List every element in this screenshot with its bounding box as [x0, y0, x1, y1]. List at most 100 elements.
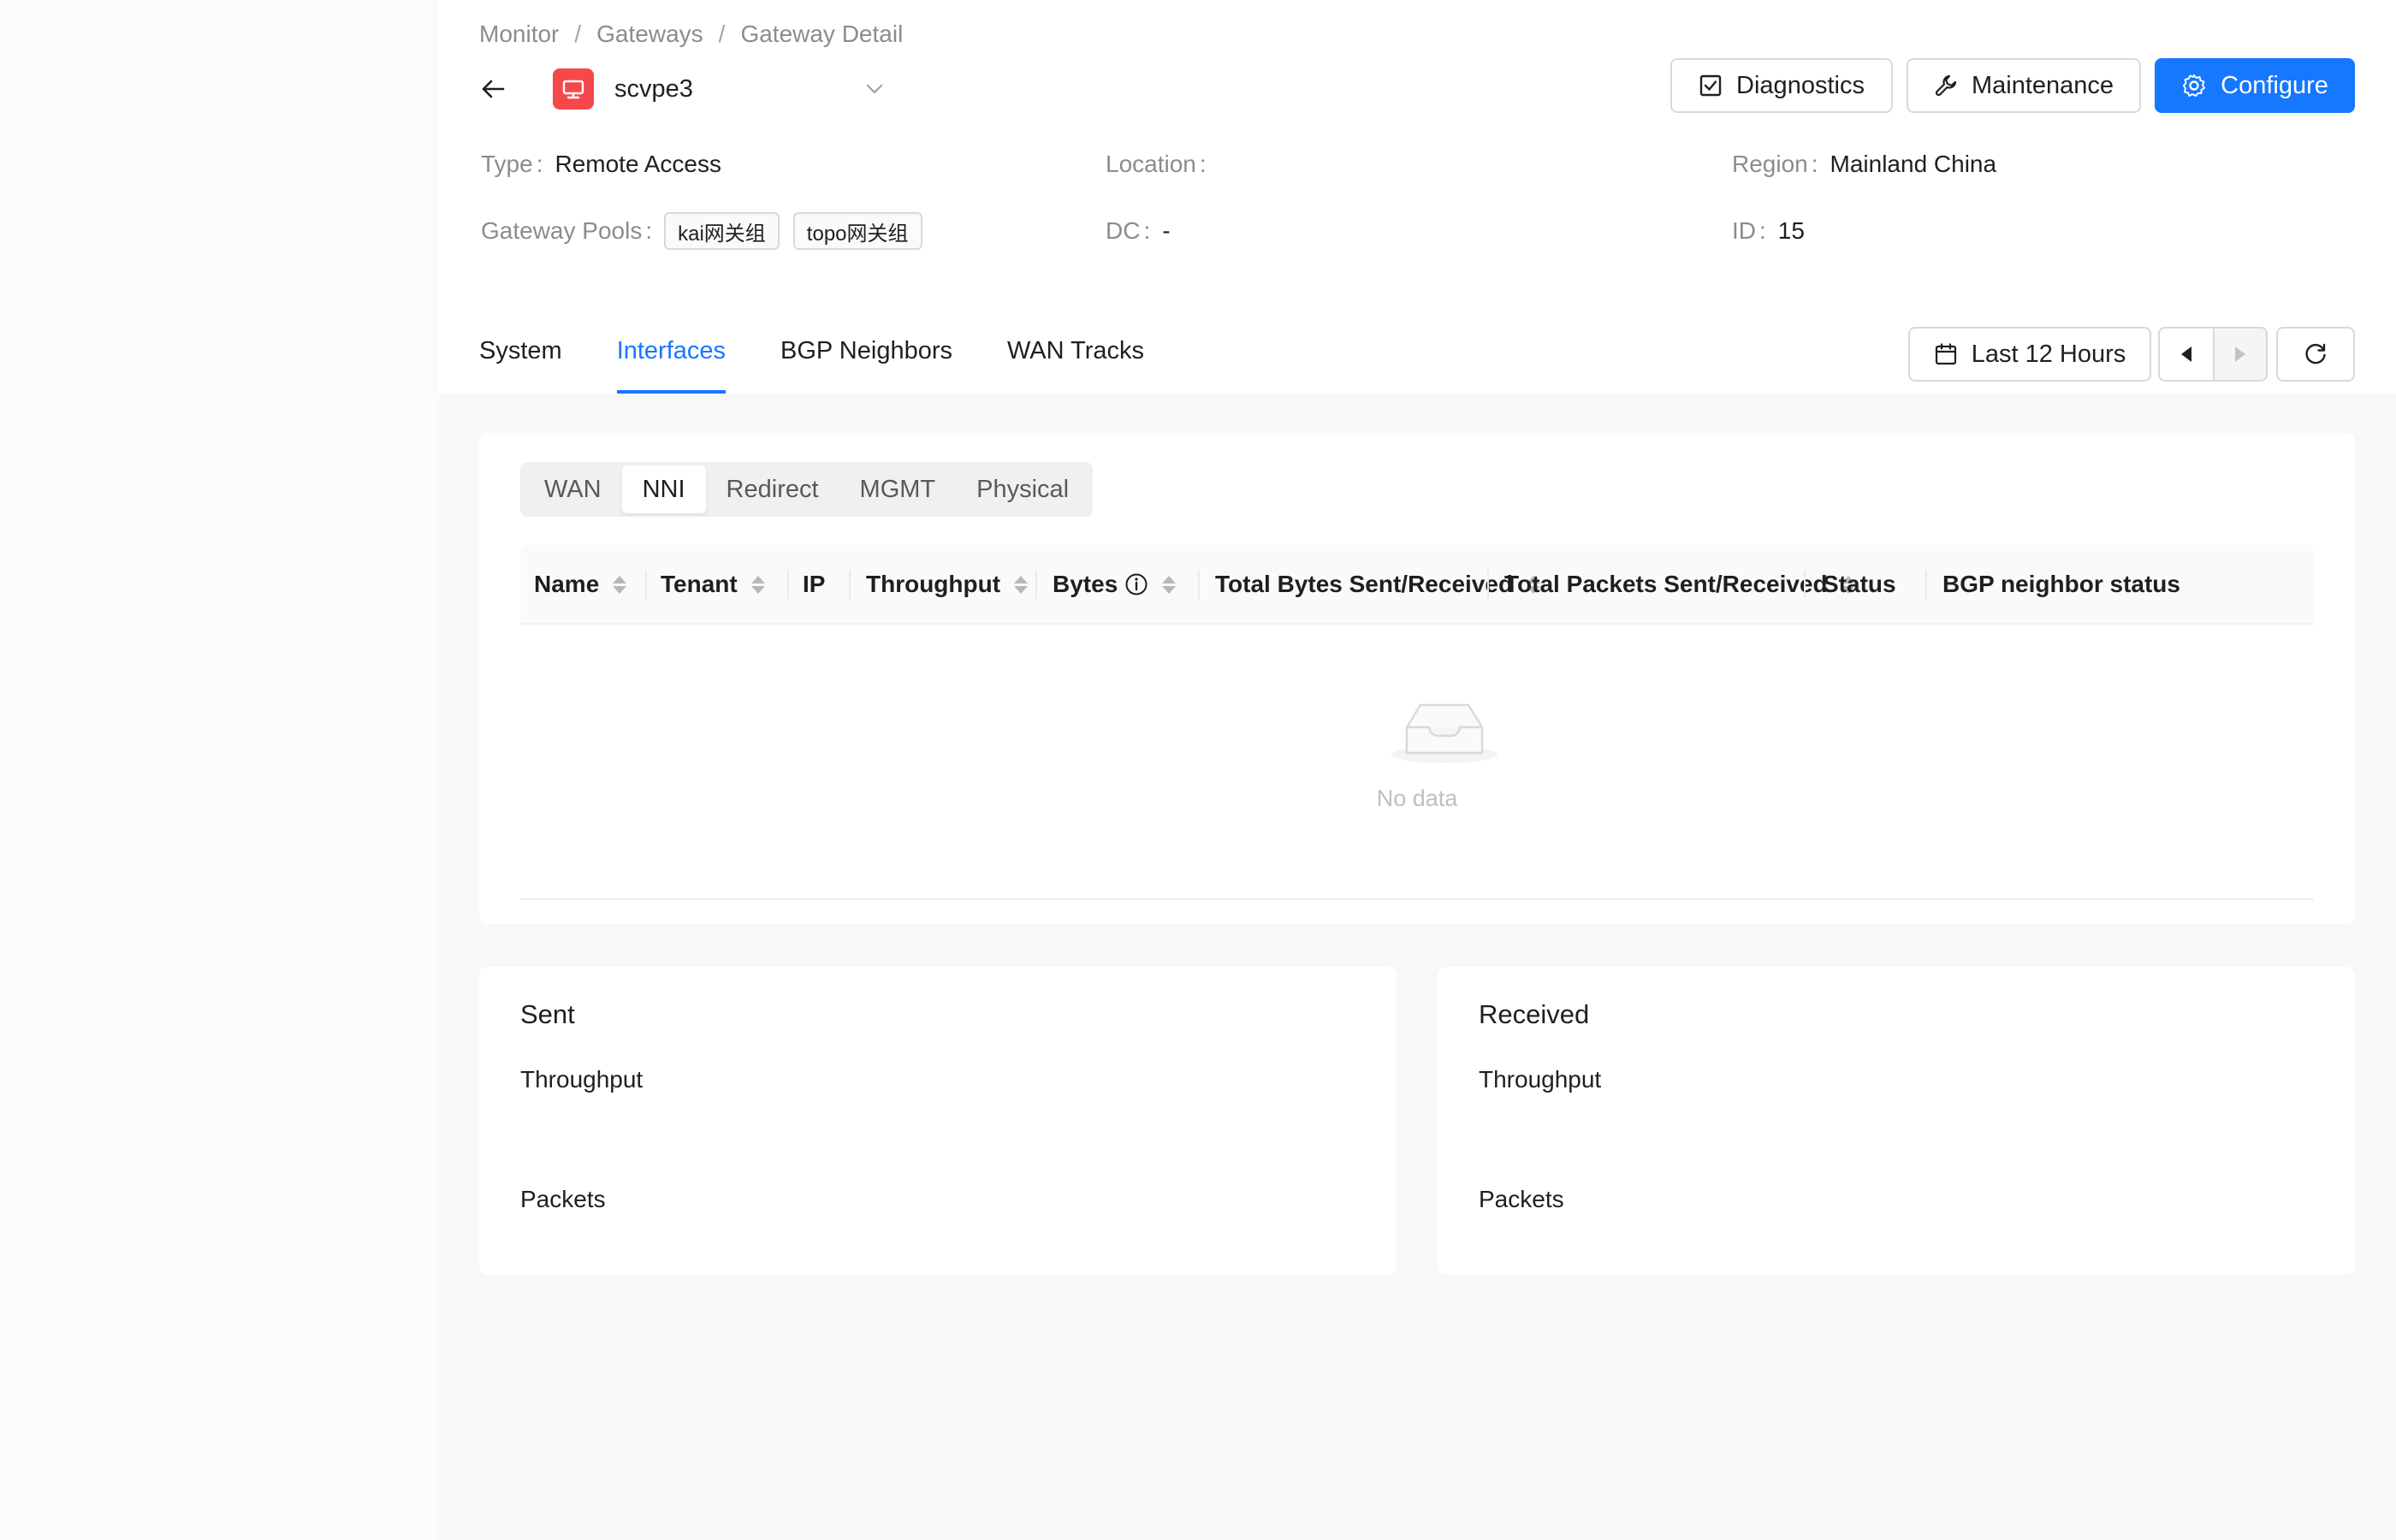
caret-left-icon	[2180, 346, 2191, 362]
column-divider	[1487, 570, 1489, 599]
column-ip: IP	[803, 544, 825, 625]
pool-tag: kai网关组	[664, 212, 780, 250]
time-nav-group	[2158, 327, 2268, 382]
id-label: ID	[1732, 217, 1756, 244]
column-label: Total Packets Sent/Received	[1504, 571, 1828, 597]
tab-bgp-neighbors[interactable]: BGP Neighbors	[780, 332, 952, 394]
empty-text: No data	[1376, 785, 1458, 811]
segment-nni[interactable]: NNI	[621, 465, 706, 513]
configure-button[interactable]: Configure	[2155, 58, 2355, 113]
dc-value: -	[1162, 217, 1171, 244]
column-label: BGP neighbor status	[1942, 571, 2180, 597]
colon: :	[1199, 151, 1207, 177]
column-tenant[interactable]: Tenant	[661, 544, 765, 625]
sort-icon	[613, 575, 627, 594]
time-range-label: Last 12 Hours	[1971, 340, 2126, 368]
breadcrumb-monitor[interactable]: Monitor	[479, 21, 559, 48]
received-throughput-label: Throughput	[1479, 1066, 1602, 1093]
column-label: Total Bytes Sent/Received	[1215, 571, 1514, 597]
sent-throughput-label: Throughput	[520, 1066, 643, 1093]
next-range-button[interactable]	[2212, 329, 2266, 380]
sidebar	[0, 0, 438, 1540]
column-divider	[1925, 570, 1927, 599]
segment-physical[interactable]: Physical	[956, 465, 1089, 513]
info-type: Type: Remote Access	[481, 151, 721, 178]
prev-range-button[interactable]	[2160, 329, 2213, 380]
reload-icon	[2305, 343, 2326, 364]
location-label: Location	[1106, 151, 1196, 177]
info-region: Region: Mainland China	[1732, 151, 1996, 178]
dc-label: DC	[1106, 217, 1141, 244]
tab-wan-tracks[interactable]: WAN Tracks	[1007, 332, 1144, 394]
column-total-bytes[interactable]: Total Bytes Sent/Received	[1215, 544, 1541, 625]
sent-title: Sent	[520, 999, 575, 1029]
inbox-empty-icon	[1391, 703, 1498, 763]
column-label: Throughput	[866, 571, 1001, 597]
received-card: Received Throughput Packets	[1438, 967, 2355, 1275]
info-location: Location:	[1106, 151, 1219, 178]
colon: :	[1811, 151, 1818, 177]
column-total-packets[interactable]: Total Packets Sent/Received	[1504, 544, 1855, 625]
interfaces-card: WAN NNI Redirect MGMT Physical Name Tena…	[479, 433, 2355, 924]
column-divider	[787, 570, 789, 599]
segment-mgmt[interactable]: MGMT	[839, 465, 957, 513]
sort-icon	[750, 575, 765, 594]
info-circle-icon[interactable]	[1124, 572, 1148, 596]
chevron-down-icon[interactable]	[863, 77, 887, 101]
breadcrumb-gateways[interactable]: Gateways	[596, 21, 703, 48]
region-label: Region	[1732, 151, 1808, 177]
calendar-icon	[1935, 343, 1956, 365]
wrench-icon	[1935, 74, 1957, 97]
sort-icon	[1162, 575, 1177, 594]
column-divider	[849, 570, 851, 599]
sent-packets-label: Packets	[520, 1186, 606, 1212]
breadcrumb-separator: /	[574, 21, 582, 47]
configure-label: Configure	[2221, 71, 2328, 99]
gateway-selector[interactable]: scvpe3	[614, 75, 863, 104]
colon: :	[536, 151, 543, 177]
received-packets-label: Packets	[1479, 1186, 1564, 1212]
colon: :	[645, 217, 653, 244]
maintenance-button[interactable]: Maintenance	[1907, 58, 2141, 113]
gear-icon	[2183, 74, 2206, 97]
refresh-button[interactable]	[2276, 327, 2355, 382]
caret-right-icon	[2234, 346, 2245, 362]
column-divider	[1035, 570, 1037, 599]
detail-tabs: System Interfaces BGP Neighbors WAN Trac…	[479, 332, 1199, 394]
breadcrumb-separator: /	[718, 21, 726, 47]
segment-wan[interactable]: WAN	[524, 465, 622, 513]
column-label: Status	[1823, 571, 1896, 597]
region-value: Mainland China	[1830, 151, 1997, 177]
interfaces-table-header: Name Tenant IP Throughput Bytes Total By…	[520, 544, 2314, 625]
column-status: Status	[1823, 544, 1896, 625]
interface-type-segmented: WAN NNI Redirect MGMT Physical	[520, 462, 1094, 517]
column-divider	[1198, 570, 1200, 599]
column-label: Bytes	[1053, 571, 1118, 597]
received-title: Received	[1479, 999, 1590, 1029]
segment-redirect[interactable]: Redirect	[706, 465, 839, 513]
arrow-left-icon[interactable]	[479, 75, 507, 103]
column-bgp-neighbor-status: BGP neighbor status	[1942, 544, 2180, 625]
column-throughput[interactable]: Throughput	[866, 544, 1029, 625]
pools-label: Gateway Pools	[481, 217, 643, 244]
column-name[interactable]: Name	[534, 544, 627, 625]
type-value: Remote Access	[555, 151, 722, 177]
check-square-icon	[1699, 74, 1722, 97]
sort-icon	[1014, 575, 1029, 594]
id-value: 15	[1777, 217, 1805, 244]
time-range-picker[interactable]: Last 12 Hours	[1908, 327, 2151, 382]
diagnostics-button[interactable]: Diagnostics	[1670, 58, 1893, 113]
table-empty-state: No data	[520, 625, 2314, 900]
tab-system[interactable]: System	[479, 332, 562, 394]
tab-interfaces[interactable]: Interfaces	[616, 332, 727, 394]
breadcrumb-gateway-detail: Gateway Detail	[740, 21, 904, 47]
column-bytes[interactable]: Bytes	[1053, 544, 1177, 625]
pool-tag: topo网关组	[792, 212, 922, 250]
info-gateway-pools: Gateway Pools: kai网关组 topo网关组	[481, 212, 936, 250]
maintenance-label: Maintenance	[1971, 71, 2114, 99]
diagnostics-label: Diagnostics	[1736, 71, 1865, 99]
column-label: Name	[534, 571, 600, 597]
type-label: Type	[481, 151, 533, 177]
monitor-icon	[553, 68, 594, 110]
info-dc: DC: -	[1106, 217, 1171, 245]
